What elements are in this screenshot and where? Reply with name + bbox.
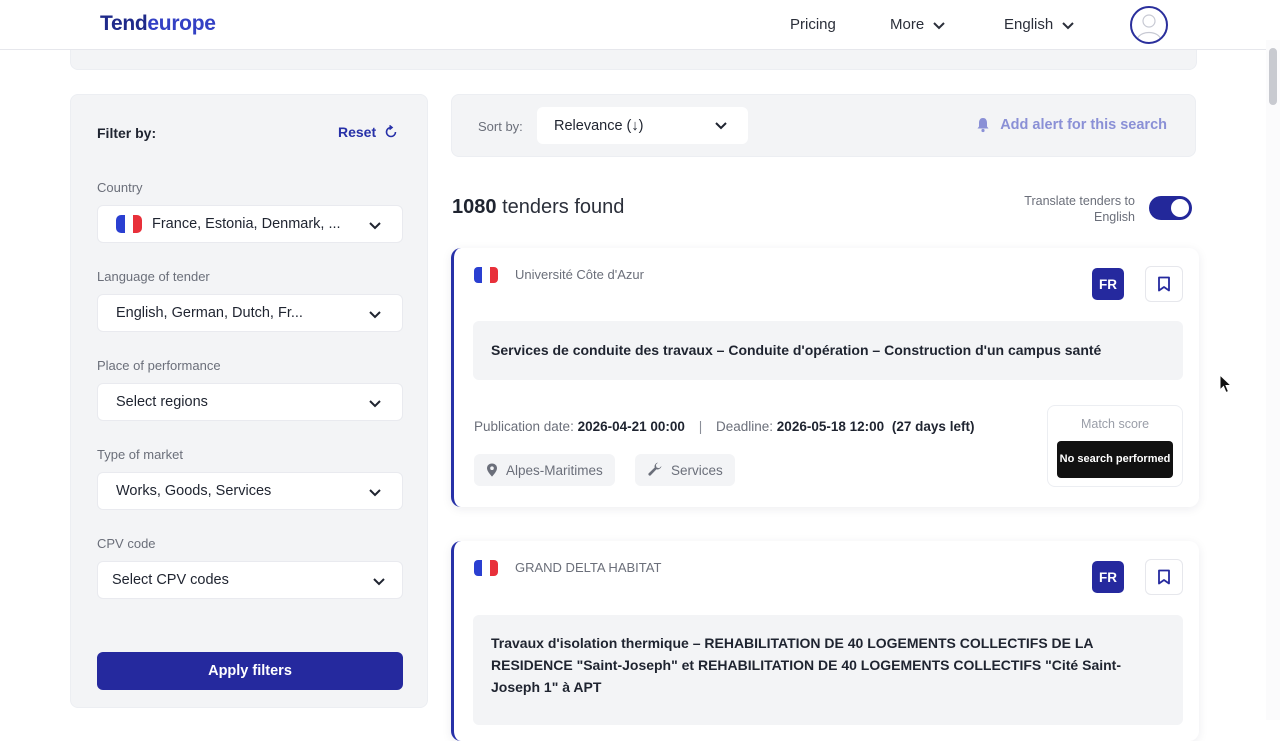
days-left: (27 days left) [891, 419, 975, 434]
reset-button[interactable]: Reset [338, 124, 398, 140]
results-count: 1080 tenders found [452, 196, 624, 219]
place-select-value: Select regions [116, 394, 208, 410]
language-label: Language of tender [97, 269, 210, 284]
wrench-icon [648, 462, 662, 476]
translate-label: Translate tenders to English [1024, 194, 1135, 224]
cpv-label: CPV code [97, 536, 156, 551]
nav-more[interactable]: More [890, 16, 946, 33]
bell-icon [977, 118, 989, 133]
chevron-down-icon [1062, 21, 1074, 29]
nav-language-label: English [1004, 16, 1054, 33]
mouse-cursor-icon [1219, 374, 1233, 394]
publication-date: 2026-04-21 00:00 [577, 419, 685, 434]
tender-title[interactable]: Services de conduite des travaux – Condu… [473, 321, 1183, 380]
translate-toggle[interactable] [1149, 196, 1192, 220]
add-alert-button[interactable]: Add alert for this search [976, 117, 1167, 133]
place-select[interactable]: Select regions [97, 383, 403, 421]
france-flag-icon [116, 215, 142, 233]
tender-buyer: GRAND DELTA HABITAT [515, 560, 662, 575]
place-label: Place of performance [97, 358, 221, 373]
tender-buyer: Université Côte d'Azur [515, 267, 644, 282]
refresh-icon [385, 125, 397, 138]
apply-filters-button[interactable]: Apply filters [97, 652, 403, 690]
scrollbar-thumb[interactable] [1269, 48, 1277, 105]
country-label: Country [97, 180, 143, 195]
bookmark-button[interactable] [1145, 559, 1183, 595]
category-tag: Services [635, 454, 735, 486]
market-select-value: Works, Goods, Services [116, 483, 272, 499]
country-select-value: France, Estonia, Denmark, ... [152, 216, 341, 232]
logo[interactable]: Tendeurope [100, 12, 216, 36]
cpv-select-value: Select CPV codes [112, 572, 229, 588]
reset-label: Reset [338, 124, 377, 140]
toggle-knob [1171, 199, 1189, 217]
bookmark-icon [1158, 276, 1170, 292]
language-select-value: English, German, Dutch, Fr... [116, 305, 303, 321]
location-tag: Alpes-Maritimes [474, 454, 615, 486]
tender-dates: Publication date: 2026-04-21 00:00 | Dea… [474, 419, 974, 434]
cpv-select[interactable]: Select CPV codes [97, 561, 403, 599]
nav-pricing-label: Pricing [790, 16, 836, 33]
user-avatar-icon[interactable] [1130, 6, 1168, 44]
chevron-down-icon [715, 122, 727, 130]
chevron-down-icon [373, 578, 385, 586]
date-separator: | [698, 419, 703, 434]
language-select[interactable]: English, German, Dutch, Fr... [97, 294, 403, 332]
location-label: Alpes-Maritimes [506, 462, 603, 478]
nav-pricing[interactable]: Pricing [790, 16, 836, 33]
tender-language-badge: FR [1092, 561, 1124, 593]
add-alert-label: Add alert for this search [1000, 117, 1167, 133]
sort-label: Sort by: [478, 119, 523, 134]
top-header: Tendeurope Pricing More English [0, 0, 1280, 50]
nav-language[interactable]: English [1004, 16, 1075, 33]
market-label: Type of market [97, 447, 183, 462]
match-score-value: No search performed [1057, 441, 1173, 478]
chevron-down-icon [369, 311, 381, 319]
results-number: 1080 [452, 196, 497, 218]
country-select[interactable]: France, Estonia, Denmark, ... [97, 205, 403, 243]
category-label: Services [671, 462, 723, 478]
tender-language-badge: FR [1092, 268, 1124, 300]
search-panel-collapsed [70, 50, 1197, 70]
chevron-down-icon [369, 400, 381, 408]
filter-sidebar: Filter by: Reset Country France, Estonia… [70, 94, 428, 708]
nav-more-label: More [890, 16, 925, 33]
market-select[interactable]: Works, Goods, Services [97, 472, 403, 510]
sort-select-value: Relevance (↓) [554, 117, 644, 134]
deadline-date: 2026-05-18 12:00 [776, 419, 885, 434]
france-flag-icon [474, 560, 498, 576]
chevron-down-icon [369, 222, 381, 230]
france-flag-icon [474, 267, 498, 283]
logo-part-2: europe [147, 12, 216, 35]
match-score-label: Match score [1080, 417, 1150, 431]
filter-title: Filter by: [97, 125, 157, 141]
bookmark-icon [1158, 569, 1170, 585]
tender-card[interactable]: GRAND DELTA HABITAT FR Travaux d'isolati… [451, 541, 1199, 741]
tender-card[interactable]: Université Côte d'Azur FR Services de co… [451, 248, 1199, 507]
sort-select[interactable]: Relevance (↓) [537, 107, 748, 144]
chevron-down-icon [369, 489, 381, 497]
logo-part-1: Tend [100, 12, 148, 35]
tender-title[interactable]: Travaux d'isolation thermique – REHABILI… [473, 615, 1183, 725]
location-pin-icon [487, 463, 497, 477]
match-score-box: Match score No search performed [1047, 405, 1183, 487]
bookmark-button[interactable] [1145, 266, 1183, 302]
deadline-label: Deadline: [715, 419, 774, 434]
chevron-down-icon [933, 21, 945, 29]
results-suffix: tenders found [502, 196, 625, 218]
publication-label: Publication date: [474, 419, 574, 434]
sort-bar: Sort by: Relevance (↓) Add alert for thi… [451, 94, 1196, 157]
scrollbar-track[interactable] [1266, 40, 1280, 720]
